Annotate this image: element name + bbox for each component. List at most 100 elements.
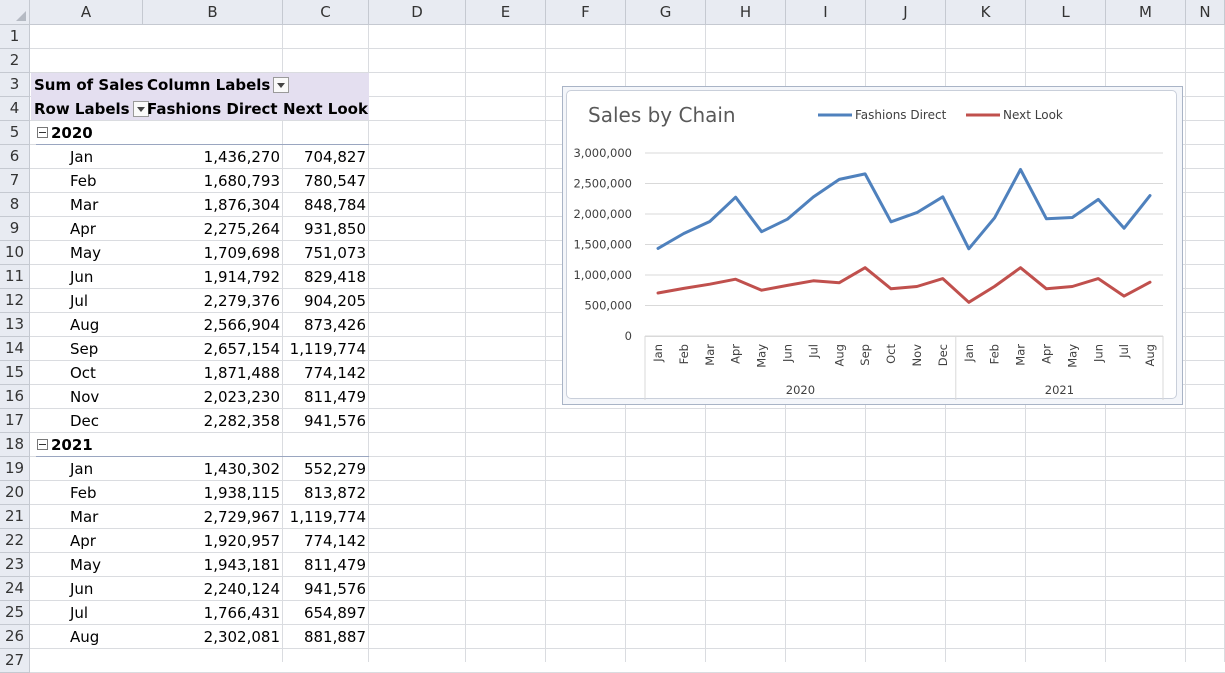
pivot-value-next-look[interactable]: 780,547 (283, 169, 366, 193)
pivot-value-next-look[interactable]: 704,827 (283, 145, 366, 169)
row-header-16[interactable]: 16 (0, 385, 30, 409)
row-header-21[interactable]: 21 (0, 505, 30, 529)
column-header-g[interactable]: G (626, 0, 706, 25)
line-chart[interactable]: Sales by Chain 0 500,000 1,000,000 1,500,000… (567, 91, 1178, 400)
row-header-24[interactable]: 24 (0, 577, 30, 601)
row-header-2[interactable]: 2 (0, 49, 30, 73)
chart-area[interactable]: Sales by Chain 0 500,000 1,000,000 1,500,000… (566, 90, 1178, 400)
pivot-row-label[interactable]: Oct (70, 361, 140, 385)
row-header-13[interactable]: 13 (0, 313, 30, 337)
row-header-23[interactable]: 23 (0, 553, 30, 577)
pivot-row-label[interactable]: May (70, 241, 140, 265)
column-header-k[interactable]: K (946, 0, 1026, 25)
pivot-value-next-look[interactable]: 873,426 (283, 313, 366, 337)
column-header-f[interactable]: F (546, 0, 626, 25)
row-header-19[interactable]: 19 (0, 457, 30, 481)
column-header-j[interactable]: J (866, 0, 946, 25)
select-all-corner[interactable] (0, 0, 30, 25)
pivot-value-fashions-direct[interactable]: 2,729,967 (147, 505, 280, 529)
column-header-e[interactable]: E (466, 0, 546, 25)
pivot-value-fashions-direct[interactable]: 2,023,230 (147, 385, 280, 409)
pivot-value-fashions-direct[interactable]: 1,871,488 (147, 361, 280, 385)
pivot-row-label[interactable]: Mar (70, 193, 140, 217)
pivot-row-label[interactable]: Apr (70, 217, 140, 241)
pivot-row-label[interactable]: Jul (70, 289, 140, 313)
pivot-value-fashions-direct[interactable]: 2,275,264 (147, 217, 280, 241)
column-header-m[interactable]: M (1106, 0, 1186, 25)
pivot-row-label[interactable]: Aug (70, 313, 140, 337)
column-header-d[interactable]: D (369, 0, 466, 25)
pivot-row-label[interactable]: Jul (70, 601, 140, 625)
row-header-11[interactable]: 11 (0, 265, 30, 289)
pivot-row-label[interactable]: Apr (70, 529, 140, 553)
row-header-26[interactable]: 26 (0, 625, 30, 649)
pivot-value-fashions-direct[interactable]: 2,240,124 (147, 577, 280, 601)
pivot-row-label[interactable]: Aug (70, 625, 140, 649)
column-header-l[interactable]: L (1026, 0, 1106, 25)
row-header-6[interactable]: 6 (0, 145, 30, 169)
pivot-value-fashions-direct[interactable]: 2,302,081 (147, 625, 280, 649)
pivot-value-next-look[interactable]: 552,279 (283, 457, 366, 481)
pivot-value-next-look[interactable]: 1,119,774 (283, 505, 366, 529)
pivot-row-label[interactable]: Mar (70, 505, 140, 529)
row-header-17[interactable]: 17 (0, 409, 30, 433)
column-header-n[interactable]: N (1186, 0, 1225, 25)
pivot-value-fashions-direct[interactable]: 1,938,115 (147, 481, 280, 505)
pivot-value-next-look[interactable]: 813,872 (283, 481, 366, 505)
pivot-row-label[interactable]: Feb (70, 481, 140, 505)
row-header-7[interactable]: 7 (0, 169, 30, 193)
pivot-value-next-look[interactable]: 774,142 (283, 529, 366, 553)
column-header-a[interactable]: A (30, 0, 143, 25)
row-header-3[interactable]: 3 (0, 73, 30, 97)
pivot-value-next-look[interactable]: 1,119,774 (283, 337, 366, 361)
pivot-row-label[interactable]: Jun (70, 265, 140, 289)
pivot-value-fashions-direct[interactable]: 2,566,904 (147, 313, 280, 337)
pivot-value-fashions-direct[interactable]: 1,709,698 (147, 241, 280, 265)
pivot-value-fashions-direct[interactable]: 1,876,304 (147, 193, 280, 217)
pivot-value-next-look[interactable]: 829,418 (283, 265, 366, 289)
pivot-value-fashions-direct[interactable]: 1,680,793 (147, 169, 280, 193)
pivot-value-next-look[interactable]: 751,073 (283, 241, 366, 265)
pivot-row-label[interactable]: Jan (70, 145, 140, 169)
pivot-value-fashions-direct[interactable]: 1,766,431 (147, 601, 280, 625)
pivot-value-next-look[interactable]: 811,479 (283, 385, 366, 409)
row-header-25[interactable]: 25 (0, 601, 30, 625)
row-header-27[interactable]: 27 (0, 649, 30, 673)
row-header-18[interactable]: 18 (0, 433, 30, 457)
pivot-row-label[interactable]: May (70, 553, 140, 577)
row-header-15[interactable]: 15 (0, 361, 30, 385)
column-labels-filter-dropdown[interactable] (273, 76, 290, 93)
row-header-5[interactable]: 5 (0, 121, 30, 145)
pivot-row-label[interactable]: Sep (70, 337, 140, 361)
row-header-10[interactable]: 10 (0, 241, 30, 265)
column-header-b[interactable]: B (143, 0, 283, 25)
row-header-9[interactable]: 9 (0, 217, 30, 241)
row-header-1[interactable]: 1 (0, 25, 30, 49)
pivot-value-next-look[interactable]: 654,897 (283, 601, 366, 625)
pivot-row-label[interactable]: Dec (70, 409, 140, 433)
pivot-value-fashions-direct[interactable]: 1,436,270 (147, 145, 280, 169)
row-header-8[interactable]: 8 (0, 193, 30, 217)
pivot-row-label[interactable]: Jan (70, 457, 140, 481)
chart-object[interactable]: Sales by Chain 0 500,000 1,000,000 1,500,000… (562, 86, 1183, 405)
pivot-value-fashions-direct[interactable]: 2,657,154 (147, 337, 280, 361)
pivot-row-label[interactable]: Feb (70, 169, 140, 193)
pivot-value-fashions-direct[interactable]: 1,914,792 (147, 265, 280, 289)
pivot-value-next-look[interactable]: 774,142 (283, 361, 366, 385)
pivot-value-fashions-direct[interactable]: 2,282,358 (147, 409, 280, 433)
pivot-value-next-look[interactable]: 811,479 (283, 553, 366, 577)
pivot-value-next-look[interactable]: 941,576 (283, 577, 366, 601)
row-header-20[interactable]: 20 (0, 481, 30, 505)
row-header-22[interactable]: 22 (0, 529, 30, 553)
pivot-value-next-look[interactable]: 904,205 (283, 289, 366, 313)
pivot-year-row[interactable]: 2021 (37, 433, 137, 457)
pivot-value-fashions-direct[interactable]: 1,943,181 (147, 553, 280, 577)
column-header-i[interactable]: I (786, 0, 866, 25)
pivot-value-fashions-direct[interactable]: 2,279,376 (147, 289, 280, 313)
pivot-value-fashions-direct[interactable]: 1,430,302 (147, 457, 280, 481)
pivot-value-fashions-direct[interactable]: 1,920,957 (147, 529, 280, 553)
pivot-row-label[interactable]: Jun (70, 577, 140, 601)
row-header-12[interactable]: 12 (0, 289, 30, 313)
collapse-icon[interactable] (37, 127, 48, 138)
row-header-14[interactable]: 14 (0, 337, 30, 361)
